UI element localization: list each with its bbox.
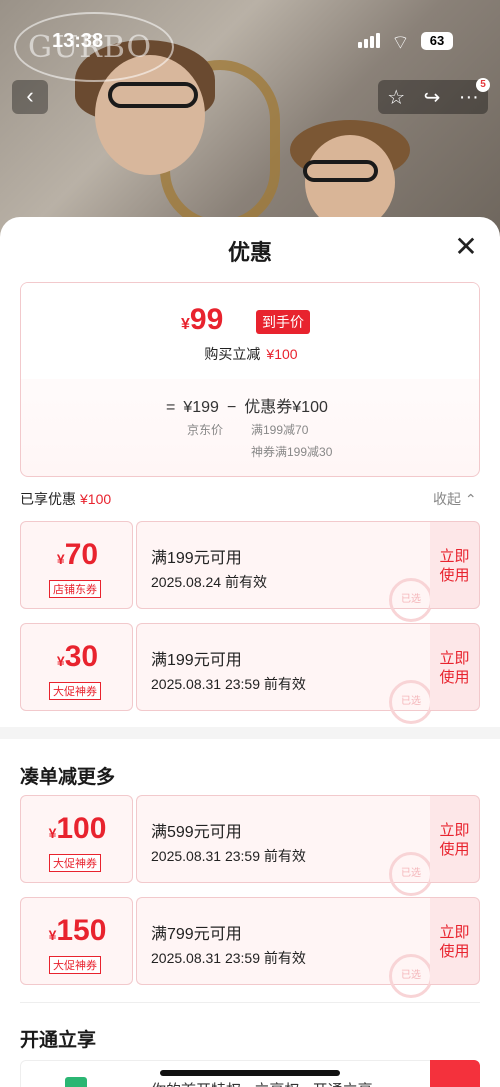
summary-top <box>21 283 479 379</box>
coupon-condition: 满199元可用 <box>151 652 242 669</box>
coupon-type-tag: 店铺东券 <box>49 580 101 598</box>
status-bar: 13:38 ⌔ 63 <box>0 0 500 80</box>
section-divider <box>0 727 500 739</box>
selected-stamp-icon: 已选 <box>389 954 433 998</box>
use-now-button[interactable]: 立即 使用 <box>430 623 480 711</box>
coupon-expiry: 2025.08.24 前有效 <box>151 574 267 590</box>
more-icon[interactable]: ··· <box>459 86 479 109</box>
favorite-star-icon[interactable]: ☆ <box>387 85 405 110</box>
coupon-condition: 满199元可用 <box>151 550 242 567</box>
coupon-type-tag: 大促神券 <box>49 682 101 700</box>
selected-stamp-icon: 已选 <box>389 852 433 896</box>
sheet-title: 优惠 <box>227 240 272 265</box>
back-button[interactable]: ‹ <box>12 80 48 114</box>
shopping-bag-icon <box>65 1077 87 1087</box>
nav-actions: ☆ ↪ ··· <box>378 80 488 114</box>
discount-sheet: 优惠 ✕ ¥99 到手价 购买立减 ¥100 = ¥199− 优惠券¥100 京东价 … <box>0 217 500 1087</box>
price-summary-card: ¥99 到手价 购买立减 ¥100 = ¥199− 优惠券¥100 京东价 满199减… <box>20 282 480 477</box>
final-price-tag: 到手价 <box>256 310 310 334</box>
share-icon[interactable]: ↪ <box>424 85 441 110</box>
battery-icon: 63 <box>421 32 453 50</box>
section-title-open: 开通立享 <box>20 1030 97 1051</box>
coupon-card: ¥150 大促神券 满799元可用 2025.08.31 23:59 前有效 已… <box>20 897 480 998</box>
coupon-condition: 满799元可用 <box>151 926 242 943</box>
message-badge: 5 <box>476 78 490 92</box>
coupon-info: 满199元可用 2025.08.31 23:59 前有效 已选 <box>136 623 433 724</box>
selected-stamp-icon: 已选 <box>389 578 433 622</box>
collapse-button[interactable]: 收起 ⌃ <box>433 489 477 509</box>
coupon-type-tag: 大促神券 <box>49 956 101 974</box>
selected-stamp-icon: 已选 <box>389 680 433 724</box>
wifi-icon: ⌔ <box>391 32 410 54</box>
close-icon[interactable]: ✕ <box>452 233 480 261</box>
reduce-line: 购买立减 ¥100 <box>204 346 298 362</box>
list-price-label: 京东价 <box>187 423 224 437</box>
coupon-type-tag: 大促神券 <box>49 854 101 872</box>
coupon-card: ¥70 店铺东券 满199元可用 2025.08.24 前有效 已选 立即 使用 <box>20 521 480 622</box>
final-price: ¥99 <box>181 303 224 336</box>
coupon-expiry: 2025.08.31 23:59 前有效 <box>151 848 306 864</box>
coupon-card: ¥100 大促神券 满599元可用 2025.08.31 23:59 前有效 已… <box>20 795 480 896</box>
coupon-condition: 满599元可用 <box>151 824 242 841</box>
use-now-button[interactable]: 立即 使用 <box>430 795 480 883</box>
status-time: 13:38 <box>52 30 104 52</box>
model-face-2 <box>305 135 395 230</box>
signal-icon <box>358 33 380 48</box>
coupon-expiry: 2025.08.31 23:59 前有效 <box>151 950 306 966</box>
coupon-value: ¥150 大促神券 <box>20 897 133 985</box>
coupon-value: ¥30 大促神券 <box>20 623 133 711</box>
home-indicator <box>160 1070 340 1076</box>
coupon-expiry: 2025.08.31 23:59 前有效 <box>151 676 306 692</box>
price-formula: = ¥199− 优惠券¥100 <box>166 399 328 416</box>
coupon-card: ¥30 大促神券 满199元可用 2025.08.31 23:59 前有效 已选… <box>20 623 480 724</box>
use-now-button[interactable]: 立即 使用 <box>430 521 480 609</box>
use-now-button[interactable]: 立即 使用 <box>430 897 480 985</box>
coupon-detail-2: 神券满199减30 <box>251 445 333 459</box>
coupon-value: ¥70 店铺东券 <box>20 521 133 609</box>
coupon-info: 满199元可用 2025.08.24 前有效 已选 <box>136 521 433 622</box>
coupon-info: 满799元可用 2025.08.31 23:59 前有效 已选 <box>136 897 433 998</box>
section-divider <box>20 1002 480 1003</box>
enjoyed-discount: 已享优惠 ¥100 <box>20 491 112 507</box>
coupon-detail-1: 满199减70 <box>251 423 309 437</box>
coupon-info: 满599元可用 2025.08.31 23:59 前有效 已选 <box>136 795 433 896</box>
glasses-product <box>108 82 198 108</box>
coupon-value: ¥100 大促神券 <box>20 795 133 883</box>
open-membership-text: 你的首开特权 · 立享权 · 开通立享 <box>151 1079 373 1087</box>
open-membership-button[interactable] <box>430 1060 480 1087</box>
section-title-more: 凑单减更多 <box>20 767 116 788</box>
glasses-product-2 <box>303 160 378 182</box>
